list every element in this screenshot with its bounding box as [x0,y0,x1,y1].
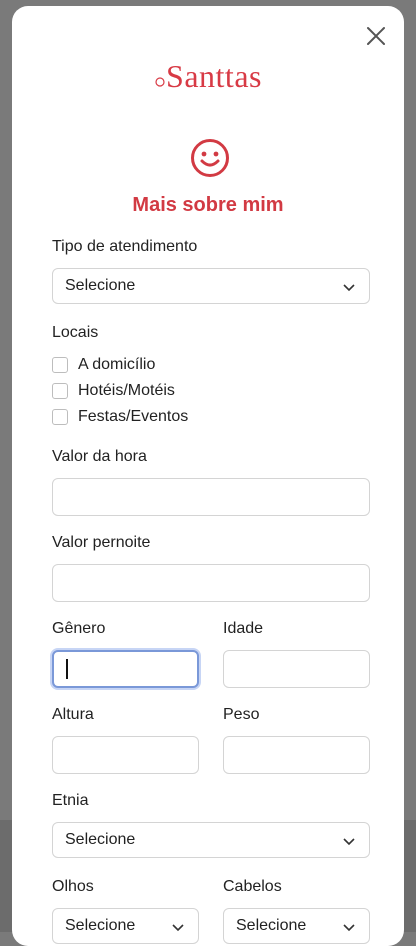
smiley-icon [191,139,229,177]
checkbox-label: A domicílio [78,356,156,373]
chevron-down-icon [343,838,355,846]
about-me-modal: Santtas Mais sobre mim Tipo de atendimen… [12,6,404,946]
olhos-value: Selecione [65,917,136,934]
logo-text: Santtas [166,58,262,94]
etnia-label: Etnia [52,792,89,809]
locais-option-hoteis[interactable]: Hotéis/Motéis [52,382,175,400]
checkbox[interactable] [52,409,68,425]
locais-label: Locais [52,324,99,341]
olhos-label: Olhos [52,878,94,895]
logo-swirl-icon [154,58,166,95]
checkbox-label: Hotéis/Motéis [78,382,175,399]
close-button[interactable] [364,24,388,48]
peso-input[interactable] [223,736,370,774]
etnia-select[interactable]: Selecione [52,822,370,858]
checkbox[interactable] [52,357,68,373]
chevron-down-icon [172,924,184,932]
tipo-atendimento-label: Tipo de atendimento [52,238,198,255]
close-icon [367,27,385,45]
chevron-down-icon [343,284,355,292]
cabelos-label: Cabelos [223,878,282,895]
tipo-atendimento-select[interactable]: Selecione [52,268,370,304]
locais-option-festas[interactable]: Festas/Eventos [52,408,188,426]
genero-input[interactable] [52,650,199,688]
altura-label: Altura [52,706,94,723]
valor-hora-input[interactable] [52,478,370,516]
peso-label: Peso [223,706,260,723]
cabelos-select[interactable]: Selecione [223,908,370,944]
valor-pernoite-label: Valor pernoite [52,534,151,551]
text-caret [66,659,68,679]
checkbox-label: Festas/Eventos [78,408,189,425]
genero-label: Gênero [52,620,106,637]
olhos-select[interactable]: Selecione [52,908,199,944]
section-title: Mais sobre mim [132,194,284,216]
chevron-down-icon [343,924,355,932]
idade-input[interactable] [223,650,370,688]
valor-pernoite-input[interactable] [52,564,370,602]
locais-option-domicilio[interactable]: A domicílio [52,356,155,374]
altura-input[interactable] [52,736,199,774]
brand-logo: Santtas [12,58,404,98]
valor-hora-label: Valor da hora [52,448,147,465]
cabelos-value: Selecione [236,917,307,934]
tipo-atendimento-value: Selecione [65,277,136,294]
checkbox[interactable] [52,383,68,399]
etnia-value: Selecione [65,831,136,848]
idade-label: Idade [223,620,264,637]
